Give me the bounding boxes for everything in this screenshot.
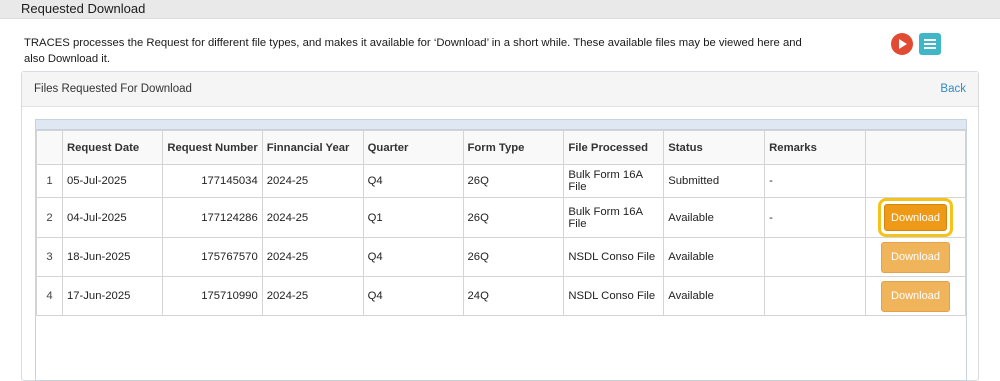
- row-number: 3: [36, 237, 63, 277]
- files-panel: Files Requested For Download Back Reques…: [21, 71, 979, 381]
- download-grid: Request Date Request Number Finnancial Y…: [35, 119, 967, 381]
- header-request-date[interactable]: Request Date: [61, 130, 163, 165]
- header-action: [865, 130, 966, 165]
- cell-remarks: [764, 237, 866, 277]
- table-row: 3 18-Jun-2025 175767570 2024-25 Q4 26Q N…: [36, 237, 966, 277]
- cell-quarter: Q4: [362, 164, 464, 198]
- cell-form-type: 26Q: [462, 237, 565, 277]
- cell-file-processed: NSDL Conso File: [563, 237, 665, 277]
- cell-financial-year: 2024-25: [261, 276, 364, 316]
- cell-request-date: 17-Jun-2025: [61, 276, 163, 316]
- list-icon[interactable]: [919, 33, 941, 55]
- table-header-row: Request Date Request Number Finnancial Y…: [36, 130, 966, 165]
- table-row: 4 17-Jun-2025 175710990 2024-25 Q4 24Q N…: [36, 276, 966, 316]
- cell-file-processed: Bulk Form 16A File: [563, 197, 665, 238]
- intro-text: TRACES processes the Request for differe…: [24, 37, 802, 65]
- play-icon[interactable]: [891, 33, 913, 55]
- cell-file-processed: Bulk Form 16A File: [563, 164, 665, 198]
- cell-form-type: 26Q: [462, 164, 565, 198]
- cell-status: Available: [663, 197, 766, 238]
- cell-status: Available: [663, 276, 766, 316]
- cell-form-type: 26Q: [462, 197, 565, 238]
- cell-financial-year: 2024-25: [261, 164, 364, 198]
- panel-header: Files Requested For Download Back: [22, 72, 978, 107]
- cell-form-type: 24Q: [462, 276, 565, 316]
- download-highlight: Download: [878, 198, 953, 237]
- cell-request-date: 05-Jul-2025: [61, 164, 163, 198]
- row-number: 4: [36, 276, 63, 316]
- header-form-type[interactable]: Form Type: [462, 130, 565, 165]
- cell-request-number: 177124286: [161, 197, 263, 238]
- cell-request-number: 175710990: [161, 276, 263, 316]
- page-title: Requested Download: [21, 1, 146, 16]
- header-financial-year[interactable]: Finnancial Year: [261, 130, 364, 165]
- cell-status: Available: [663, 237, 766, 277]
- cell-action: Download: [865, 276, 966, 316]
- header-status[interactable]: Status: [663, 130, 766, 165]
- grid-toolbar: [36, 120, 966, 130]
- panel-title: Files Requested For Download: [34, 83, 192, 95]
- cell-action: Download: [865, 237, 966, 277]
- page-title-bar: Requested Download: [0, 0, 1000, 19]
- cell-quarter: Q4: [362, 237, 464, 277]
- download-button[interactable]: Download: [881, 241, 950, 273]
- header-row-number: [36, 130, 63, 165]
- back-link[interactable]: Back: [940, 83, 966, 95]
- header-file-processed[interactable]: File Processed: [563, 130, 665, 165]
- cell-quarter: Q1: [362, 197, 464, 238]
- requests-table: Request Date Request Number Finnancial Y…: [36, 130, 966, 316]
- cell-request-number: 177145034: [161, 164, 263, 198]
- row-number: 1: [36, 164, 63, 198]
- cell-remarks: -: [764, 164, 866, 198]
- cell-remarks: [764, 276, 866, 316]
- cell-remarks: -: [764, 197, 866, 238]
- cell-financial-year: 2024-25: [261, 197, 364, 238]
- header-request-number[interactable]: Request Number: [161, 130, 263, 165]
- cell-request-date: 04-Jul-2025: [61, 197, 163, 238]
- header-quarter[interactable]: Quarter: [362, 130, 464, 165]
- table-row: 1 05-Jul-2025 177145034 2024-25 Q4 26Q B…: [36, 164, 966, 198]
- cell-status: Submitted: [663, 164, 766, 198]
- cell-file-processed: NSDL Conso File: [563, 276, 665, 316]
- download-button[interactable]: Download: [884, 204, 947, 231]
- table-row: 2 04-Jul-2025 177124286 2024-25 Q1 26Q B…: [36, 197, 966, 238]
- cell-action: [865, 164, 966, 198]
- cell-financial-year: 2024-25: [261, 237, 364, 277]
- download-button[interactable]: Download: [881, 280, 950, 312]
- row-number: 2: [36, 197, 63, 238]
- cell-request-number: 175767570: [161, 237, 263, 277]
- cell-action: Download: [865, 197, 966, 238]
- header-remarks[interactable]: Remarks: [764, 130, 866, 165]
- cell-quarter: Q4: [362, 276, 464, 316]
- cell-request-date: 18-Jun-2025: [61, 237, 163, 277]
